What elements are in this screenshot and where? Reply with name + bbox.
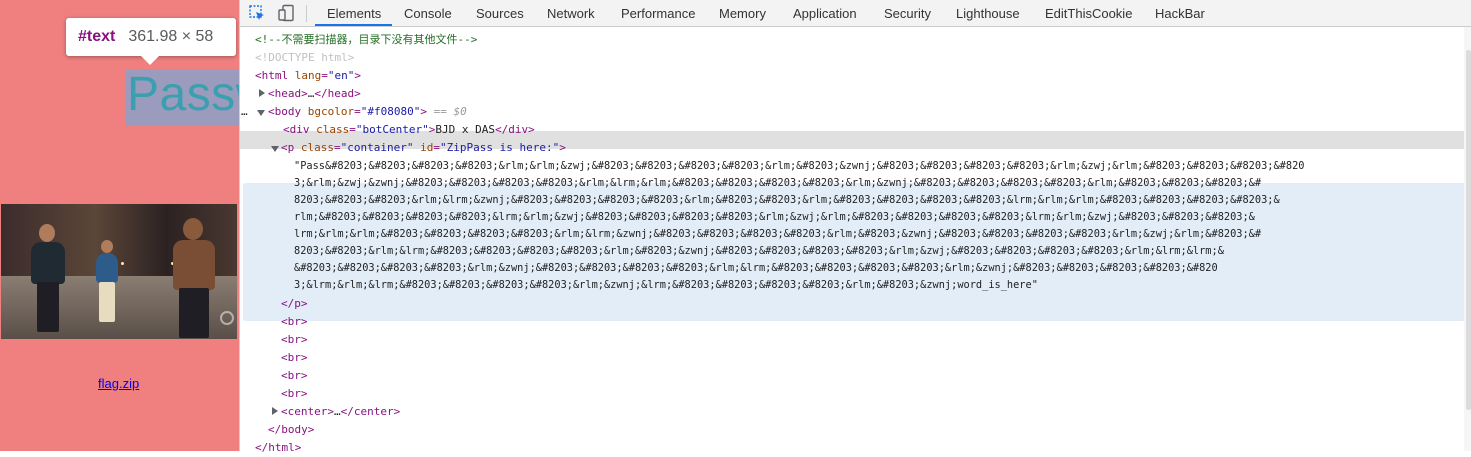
tooltip-dimensions: 361.98 × 58	[128, 28, 214, 45]
tab-console[interactable]: Console	[404, 0, 452, 27]
expand-triangle-icon[interactable]	[259, 89, 265, 97]
inspect-tooltip: #text 361.98 × 58	[66, 18, 236, 56]
tab-application[interactable]: Application	[793, 0, 857, 27]
dom-br[interactable]: <br>	[281, 367, 308, 385]
tooltip-arrow	[141, 56, 159, 65]
toolbar-separator	[306, 5, 307, 22]
dom-p-close[interactable]: </p>	[281, 295, 308, 313]
tab-editthiscookie[interactable]: EditThisCookie	[1045, 0, 1132, 27]
tab-security[interactable]: Security	[884, 0, 931, 27]
dom-p-container[interactable]: <p class="container" id="ZipPass is here…	[281, 139, 566, 157]
text-node-line: "Pass&#8203;&#8203;&#8203;&#8203;&rlm;&r…	[294, 160, 1305, 172]
dom-div-botcenter[interactable]: <div class="botCenter">BJD x DAS</div>	[283, 121, 535, 139]
dom-body-open[interactable]: <body bgcolor="#f08080"> == $0	[268, 103, 467, 121]
dom-body-close[interactable]: </body>	[268, 421, 314, 439]
node-options-dots[interactable]: …	[241, 103, 248, 121]
text-node-line: 3;&lrm;&rlm;&lrm;&#8203;&#8203;&#8203;&#…	[294, 279, 1038, 291]
tooltip-node-name: #text	[78, 28, 116, 45]
text-node-line: 3;&rlm;&zwj;&zwnj;&#8203;&#8203;&#8203;&…	[294, 177, 1262, 189]
tab-memory[interactable]: Memory	[719, 0, 766, 27]
tab-elements[interactable]: Elements	[327, 0, 381, 27]
devtools-toolbar: Elements Console Sources Network Perform…	[240, 0, 1471, 27]
tab-network[interactable]: Network	[547, 0, 595, 27]
dom-comment[interactable]: <!--不需要扫描器，目录下没有其他文件-->	[255, 31, 477, 49]
text-node-line: &#8203;&#8203;&#8203;&#8203;&rlm;&zwnj;&…	[294, 262, 1218, 274]
password-text: Passw	[127, 68, 239, 121]
flag-zip-link[interactable]: flag.zip	[98, 376, 139, 391]
page-viewport: Passw #text 361.98 × 58 flag.zip	[0, 0, 239, 451]
expand-triangle-icon[interactable]	[272, 407, 278, 415]
tab-performance[interactable]: Performance	[621, 0, 695, 27]
video-play-icon[interactable]	[220, 311, 234, 325]
tab-sources[interactable]: Sources	[476, 0, 524, 27]
collapse-triangle-icon[interactable]	[257, 110, 265, 116]
dom-br[interactable]: <br>	[281, 385, 308, 403]
text-node-line: 8203;&#8203;&#8203;&rlm;&lrm;&zwnj;&#820…	[294, 194, 1280, 206]
dom-center[interactable]: <center>…</center>	[281, 403, 400, 421]
device-toolbar-icon[interactable]	[277, 4, 295, 22]
tab-hackbar[interactable]: HackBar	[1155, 0, 1205, 27]
stage-light	[121, 262, 124, 265]
dom-br[interactable]: <br>	[281, 331, 308, 349]
collapse-triangle-icon[interactable]	[271, 146, 279, 152]
dom-doctype[interactable]: <!DOCTYPE html>	[255, 49, 354, 67]
dom-tree: <!--不需要扫描器，目录下没有其他文件--> <!DOCTYPE html> …	[240, 27, 1471, 454]
active-tab-indicator	[315, 24, 392, 26]
dom-head[interactable]: <head>…</head>	[268, 85, 361, 103]
text-node-line: rlm;&#8203;&#8203;&#8203;&#8203;&lrm;&rl…	[294, 211, 1255, 223]
text-node-line: lrm;&rlm;&rlm;&#8203;&#8203;&#8203;&#820…	[294, 228, 1262, 240]
video-player[interactable]	[1, 204, 237, 339]
dom-br[interactable]: <br>	[281, 349, 308, 367]
text-node-line: 8203;&#8203;&rlm;&lrm;&#8203;&#8203;&#82…	[294, 245, 1224, 257]
devtools-panel: Elements Console Sources Network Perform…	[239, 0, 1471, 454]
dom-html-open[interactable]: <html lang="en">	[255, 67, 361, 85]
dom-br[interactable]: <br>	[281, 313, 308, 331]
inspect-element-icon[interactable]	[248, 4, 266, 22]
tab-lighthouse[interactable]: Lighthouse	[956, 0, 1020, 27]
scrollbar-thumb[interactable]	[1466, 50, 1471, 410]
dom-html-close[interactable]: </html>	[255, 439, 301, 457]
